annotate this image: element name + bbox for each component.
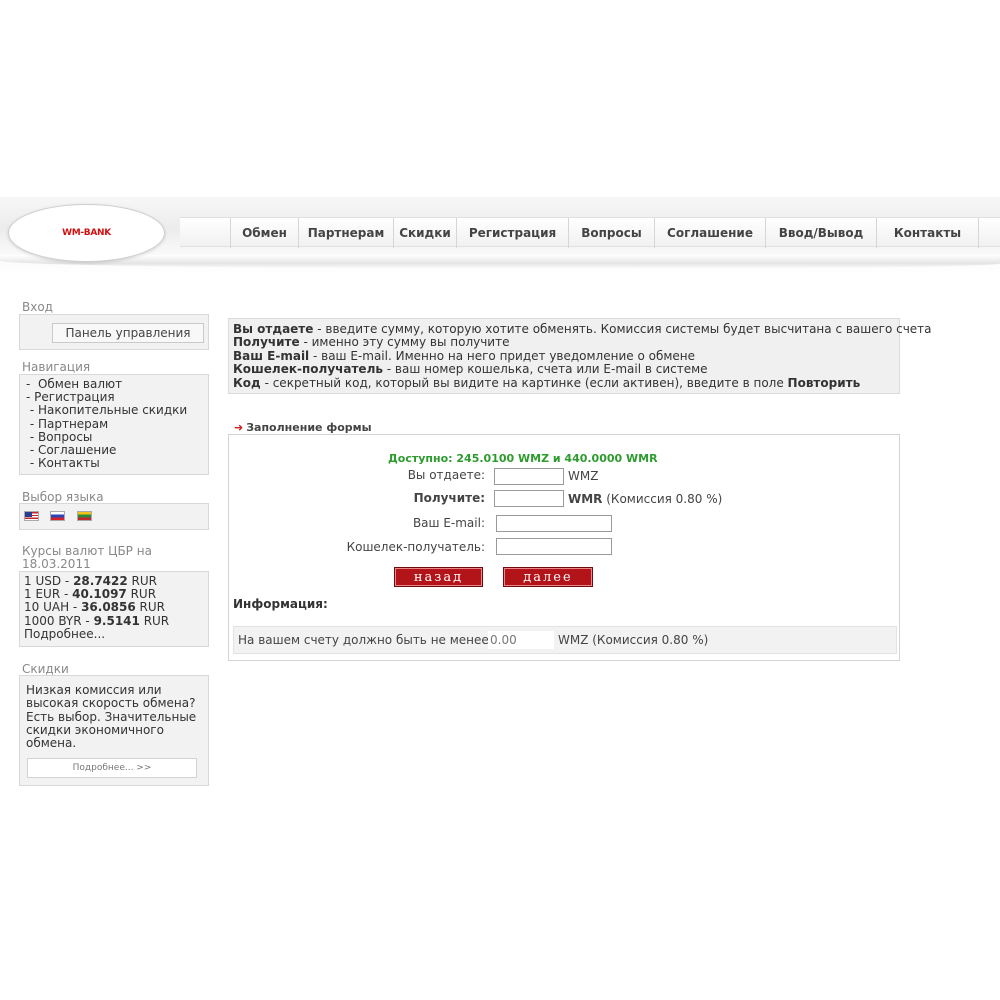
nav-exchange[interactable]: Обмен <box>230 218 298 248</box>
discounts-text: Низкая комиссия или высокая скорость обм… <box>26 683 197 751</box>
instruction-term: Вы отдаете <box>233 322 314 336</box>
sidebar-item-discounts[interactable]: - Накопительные скидки <box>26 404 208 417</box>
rate-value: 28.7422 <box>73 574 128 588</box>
rate-value: 9.5141 <box>93 613 140 628</box>
form-heading: ➜ Заполнение формы <box>234 421 372 434</box>
nav-contacts[interactable]: Контакты <box>876 218 978 248</box>
instruction-get: Получите - именно эту сумму вы получите <box>233 336 899 349</box>
rates-title-date: 18.03.2011 <box>22 557 91 571</box>
form-heading-text: Заполнение формы <box>246 421 372 434</box>
navigation-box: - Обмен валют - Регистрация - Накопитель… <box>19 374 209 475</box>
balance-required-value: 0.00 <box>488 631 554 649</box>
give-amount-input[interactable] <box>494 468 564 485</box>
wallet-label: Кошелек-получатель: <box>346 540 485 554</box>
logo-text: WM-BANK <box>62 228 111 238</box>
balance-requirement-text: На вашем счету должно быть не менее: <box>238 633 493 647</box>
instruction-term: Код <box>233 375 261 390</box>
next-button[interactable]: далее <box>503 567 593 587</box>
back-button[interactable]: назад <box>394 567 483 587</box>
login-title: Вход <box>22 300 53 314</box>
instruction-wallet: Кошелек-получатель - ваш номер кошелька,… <box>233 363 899 376</box>
nav-end-divider <box>978 218 1000 248</box>
exchange-form: Доступно: 245.0100 WMZ и 440.0000 WMR Вы… <box>228 434 900 661</box>
nav-discounts[interactable]: Скидки <box>393 218 456 248</box>
instruction-email: Ваш E-mail - ваш E-mail. Именно на него … <box>233 348 899 363</box>
instruction-term: Получите <box>233 335 300 350</box>
discounts-box: Низкая комиссия или высокая скорость обм… <box>19 675 209 786</box>
rate-value: 40.1097 <box>72 587 127 602</box>
instruction-desc: - ваш E-mail. Именно на него придет увед… <box>309 348 696 363</box>
us-flag-icon[interactable] <box>24 511 39 521</box>
rate-label: 1 EUR - <box>24 587 73 602</box>
instruction-desc: - введите сумму, которую хотите обменять… <box>313 322 932 336</box>
navigation-title: Навигация <box>22 360 91 374</box>
rates-title: Курсы валют ЦБР на 18.03.2011 <box>22 545 152 571</box>
rates-more-link[interactable]: Подробнее... <box>24 627 208 641</box>
information-label: Информация: <box>233 597 328 611</box>
rate-label: 1000 BYR - <box>24 613 94 628</box>
instruction-term: Ваш E-mail <box>233 348 310 363</box>
instructions-box: Вы отдаете - введите сумму, которую хоти… <box>228 318 932 394</box>
sidebar-item-partners[interactable]: - Партнерам <box>26 417 208 431</box>
instruction-repeat-term: Повторить <box>787 375 861 390</box>
rate-unit: RUR <box>126 587 157 602</box>
login-box: Панель управления <box>19 314 209 350</box>
give-label: Вы отдаете: <box>407 468 485 482</box>
balance-requirement-suffix: WMZ (Комиссия 0.80 %) <box>558 633 709 647</box>
lt-flag-icon[interactable] <box>77 511 92 521</box>
rate-row-byr: 1000 BYR - 9.5141 RUR <box>24 613 208 628</box>
ru-flag-icon[interactable] <box>50 511 65 521</box>
arrow-right-icon: ➜ <box>234 421 244 434</box>
site-header: WM-BANK Обмен Партнерам Скидки Регистрац… <box>0 197 1000 275</box>
available-balance: Доступно: 245.0100 WMZ и 440.0000 WMR <box>388 452 658 465</box>
nav-partners[interactable]: Партнерам <box>298 218 393 248</box>
rate-label: 10 UAH - <box>24 600 82 615</box>
instruction-desc: - секретный код, который вы видите на ка… <box>260 375 788 390</box>
wallet-input[interactable] <box>496 538 612 555</box>
rate-label: 1 USD - <box>24 574 74 588</box>
nav-registration[interactable]: Регистрация <box>456 218 568 248</box>
rate-unit: RUR <box>135 600 165 615</box>
sidebar-item-contacts[interactable]: - Контакты <box>26 457 208 470</box>
get-amount-input[interactable] <box>494 490 564 507</box>
control-panel-button[interactable]: Панель управления <box>52 323 204 343</box>
email-label: Ваш E-mail: <box>412 516 485 530</box>
rates-box: 1 USD - 28.7422 RUR 1 EUR - 40.1097 RUR … <box>19 571 209 647</box>
instruction-desc: - ваш номер кошелька, счета или E-mail в… <box>382 362 708 377</box>
rate-unit: RUR <box>127 574 157 588</box>
email-input[interactable] <box>496 515 612 532</box>
main-nav: Обмен Партнерам Скидки Регистрация Вопро… <box>180 217 1000 248</box>
instruction-code: Код - секретный код, который вы видите н… <box>233 375 899 390</box>
instruction-give: Вы отдаете - введите сумму, которую хоти… <box>233 322 932 336</box>
balance-requirement-bar: На вашем счету должно быть не менее: 0.0… <box>233 626 897 654</box>
nav-agreement[interactable]: Соглашение <box>654 218 765 248</box>
nav-questions[interactable]: Вопросы <box>568 218 654 248</box>
rate-unit: RUR <box>139 613 170 628</box>
get-currency: WMR <box>568 492 603 506</box>
instruction-term: Кошелек-получатель <box>233 362 383 377</box>
language-box <box>19 503 209 530</box>
rate-value: 36.0856 <box>81 600 136 615</box>
discounts-more-button[interactable]: Подробнее... >> <box>27 758 197 778</box>
nav-input-output[interactable]: Ввод/Вывод <box>765 218 876 248</box>
instruction-desc: - именно эту сумму вы получите <box>299 335 510 350</box>
us-flag-canton <box>25 512 32 517</box>
site-logo[interactable]: WM-BANK <box>8 204 165 262</box>
get-commission: (Комиссия 0.80 %) <box>602 492 723 506</box>
give-currency: WMZ <box>568 469 599 483</box>
get-label: Получите: <box>413 491 485 505</box>
get-currency-info: WMR (Комиссия 0.80 %) <box>568 492 722 506</box>
